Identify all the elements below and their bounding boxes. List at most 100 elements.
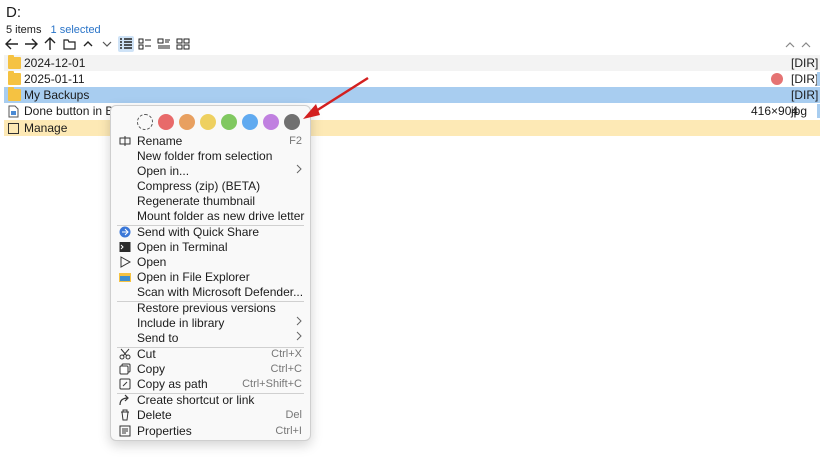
menu-item-copy-as-path[interactable]: Copy as path Ctrl+Shift+C <box>111 377 310 392</box>
menu-item-scan-with-microsoft-defender[interactable]: Scan with Microsoft Defender... <box>111 285 310 300</box>
sort-controls <box>785 38 811 52</box>
menu-item-open-in[interactable]: Open in... <box>111 164 310 179</box>
menu-item-restore-previous-versions[interactable]: Restore previous versions <box>111 301 310 316</box>
red-color-swatch[interactable] <box>158 114 174 130</box>
blue-color-swatch[interactable] <box>242 114 258 130</box>
tiles-view-icon[interactable] <box>156 36 172 52</box>
terminal-icon <box>119 241 131 253</box>
folder-icon <box>8 87 21 101</box>
menu-item-include-in-library[interactable]: Include in library <box>111 316 310 331</box>
menu-item-open-in-file-explorer[interactable]: Open in File Explorer <box>111 270 310 285</box>
rename-icon <box>119 135 131 147</box>
color-tag-picker <box>137 114 300 130</box>
orange-color-swatch[interactable] <box>179 114 195 130</box>
menu-item-label: Properties <box>137 424 192 438</box>
chevron-right-icon <box>296 331 302 346</box>
folder-icon <box>8 55 21 69</box>
menu-item-mount-folder-as-new-drive-letter[interactable]: Mount folder as new drive letter <box>111 209 310 224</box>
yellow-color-swatch[interactable] <box>200 114 216 130</box>
folder-nav-icon[interactable] <box>61 36 77 52</box>
menu-item-send-with-quick-share[interactable]: Send with Quick Share <box>111 225 310 240</box>
menu-item-label: Mount folder as new drive letter <box>137 209 305 223</box>
menu-item-label: Open in Terminal <box>137 240 228 254</box>
image-file-icon <box>8 105 21 118</box>
menu-item-label: Include in library <box>137 316 225 330</box>
menu-item-label: New folder from selection <box>137 149 273 163</box>
menu-item-label: Open in... <box>137 164 190 178</box>
context-menu: Rename F2 New folder from selection Open in… <box>110 105 311 441</box>
menu-item-cut[interactable]: Cut Ctrl+X <box>111 347 310 362</box>
row-marker <box>817 72 820 86</box>
file-explorer-icon <box>119 271 131 283</box>
menu-item-label: Compress (zip) (BETA) <box>137 179 261 193</box>
shortcut-hint: Ctrl+C <box>270 363 302 375</box>
row-marker <box>817 104 820 118</box>
grid-view-icon[interactable] <box>175 36 191 52</box>
menu-item-label: Send to <box>137 331 179 345</box>
items-count: 5 items <box>6 24 42 36</box>
menu-item-open-in-terminal[interactable]: Open in Terminal <box>111 240 310 255</box>
file-name: 2024-12-01 <box>24 56 86 70</box>
no-color-swatch[interactable] <box>137 114 153 130</box>
menu-item-label: Scan with Microsoft Defender... <box>137 285 304 299</box>
menu-item-label: Create shortcut or link <box>137 393 255 407</box>
menu-item-label: Send with Quick Share <box>137 225 260 239</box>
folder-icon <box>8 71 21 85</box>
shortcut-icon <box>119 394 131 406</box>
shortcut-hint: Ctrl+I <box>275 425 302 437</box>
file-row[interactable]: My Backups [DIR] <box>4 87 820 103</box>
menu-item-label: Open in File Explorer <box>137 270 250 284</box>
gray-color-swatch[interactable] <box>284 114 300 130</box>
red-color-tag <box>771 73 783 85</box>
menu-item-regenerate-thumbnail[interactable]: Regenerate thumbnail <box>111 194 310 209</box>
shortcut-hint: Ctrl+Shift+C <box>242 378 302 390</box>
toolbar <box>4 36 191 52</box>
menu-item-new-folder-from-selection[interactable]: New folder from selection <box>111 149 310 164</box>
purple-color-swatch[interactable] <box>263 114 279 130</box>
shortcut-hint: F2 <box>289 135 302 147</box>
menu-item-label: Open <box>137 255 167 269</box>
file-row[interactable]: 2025-01-11 [DIR] <box>4 71 820 87</box>
menu-item-label: Rename <box>137 134 183 148</box>
file-type: [DIR] <box>791 88 819 102</box>
delete-icon <box>119 409 131 421</box>
chevron-up-icon[interactable] <box>80 36 96 52</box>
shortcut-hint: Del <box>285 409 302 421</box>
status-bar: 5 items 1 selected <box>6 24 101 36</box>
copy-path-icon <box>119 378 131 390</box>
file-name: 2025-01-11 <box>24 72 85 86</box>
menu-item-rename[interactable]: Rename F2 <box>111 134 310 149</box>
chevron-right-icon <box>296 164 302 179</box>
menu-item-compress-zip-beta[interactable]: Compress (zip) (BETA) <box>111 179 310 194</box>
drive-title: D: <box>6 4 21 21</box>
sort-down-icon[interactable] <box>801 38 811 52</box>
chevron-down-icon[interactable] <box>99 36 115 52</box>
menu-item-label: Copy <box>137 362 166 376</box>
selected-count[interactable]: 1 selected <box>51 24 101 36</box>
green-color-swatch[interactable] <box>221 114 237 130</box>
properties-icon <box>119 425 131 437</box>
up-arrow-icon[interactable] <box>42 36 58 52</box>
menu-item-delete[interactable]: Delete Del <box>111 408 310 423</box>
menu-item-send-to[interactable]: Send to <box>111 331 310 346</box>
file-type: [DIR] <box>791 56 819 70</box>
file-type: [DIR] <box>791 72 819 86</box>
back-arrow-icon[interactable] <box>4 36 20 52</box>
checkbox-icon[interactable] <box>8 122 21 134</box>
file-row[interactable]: 2024-12-01 [DIR] <box>4 55 820 71</box>
quick-share-icon <box>119 226 131 238</box>
sort-up-icon[interactable] <box>785 38 795 52</box>
menu-item-copy[interactable]: Copy Ctrl+C <box>111 362 310 377</box>
list-view-icon[interactable] <box>137 36 153 52</box>
menu-item-label: Regenerate thumbnail <box>137 194 256 208</box>
menu-item-label: Restore previous versions <box>137 301 276 315</box>
menu-item-create-shortcut-or-link[interactable]: Create shortcut or link <box>111 393 310 408</box>
menu-item-properties[interactable]: Properties Ctrl+I <box>111 424 310 439</box>
details-view-icon[interactable] <box>118 36 134 52</box>
forward-arrow-icon[interactable] <box>23 36 39 52</box>
cut-icon <box>119 348 131 360</box>
menu-item-open[interactable]: Open <box>111 255 310 270</box>
shortcut-hint: Ctrl+X <box>271 348 302 360</box>
file-name: My Backups <box>24 88 90 102</box>
menu-item-label: Delete <box>137 408 172 422</box>
